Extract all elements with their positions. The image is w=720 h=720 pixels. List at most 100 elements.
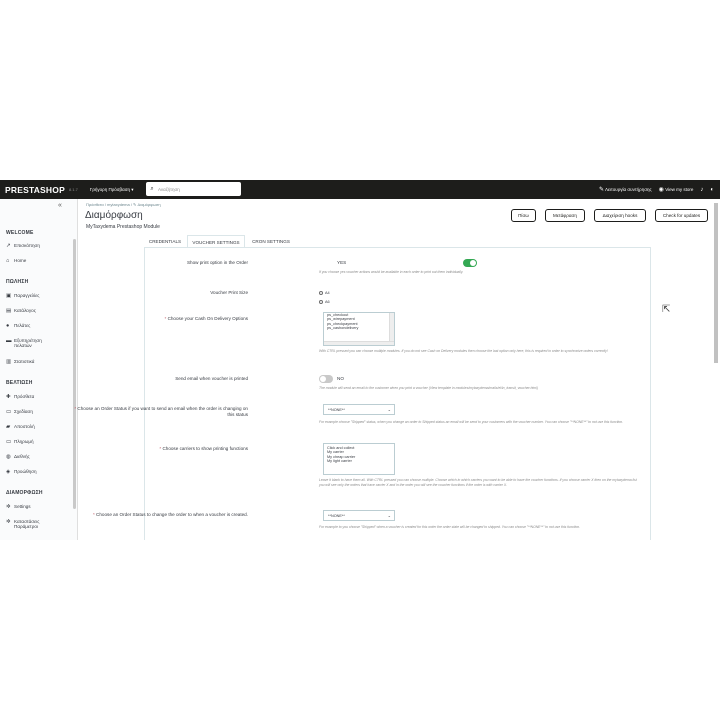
carriers-label-text: Choose carriers to show printing functio… — [162, 446, 248, 451]
sidebar-item-dashboard[interactable]: ↗ Επισκόπηση — [6, 243, 76, 249]
mouse-pointer-icon: ⇱ — [662, 304, 671, 315]
sidebar-item-home[interactable]: ⌂ Home — [6, 258, 76, 264]
sidebar-item-label: Κατάλογος — [14, 308, 36, 313]
carriers-select[interactable]: Click and collect My carrier My cheap ca… — [323, 443, 395, 475]
show-print-toggle[interactable] — [463, 259, 477, 267]
radio-label: A4 — [325, 291, 330, 295]
sidebar: « WELCOME ↗ Επισκόπηση ⌂ Home ΠΩΛΗΣΗ ▣ Παρα… — [0, 199, 78, 540]
sidebar-item-shipping[interactable]: ▰ Αποστολή — [6, 424, 76, 430]
status-change-help: For example to you choose "Shipped" when… — [319, 525, 581, 529]
select-option[interactable]: My light carrier — [324, 459, 394, 463]
promotions-icon: ◈ — [6, 469, 11, 475]
sidebar-scrollbar[interactable] — [73, 239, 76, 509]
print-size-a4-radio[interactable]: A4 — [319, 291, 330, 295]
manage-hooks-button[interactable]: Διαχείριση hooks — [594, 209, 646, 222]
status-email-select[interactable]: **NONE** ⌄ — [323, 404, 395, 415]
sidebar-item-label: Home — [14, 258, 27, 263]
eye-icon: ◉ — [658, 187, 664, 193]
maintenance-label: Λειτουργία συντήρησης — [605, 187, 652, 192]
view-store-link[interactable]: ◉ View my store — [659, 186, 694, 193]
search-input[interactable]: ⌕ Αναζήτηση — [146, 182, 241, 196]
sidebar-item-customers[interactable]: ● Πελάτες — [6, 323, 76, 329]
sidebar-item-international[interactable]: ◍ Διεθνής — [6, 454, 76, 460]
send-email-toggle[interactable] — [319, 375, 333, 383]
back-button[interactable]: Πίσω — [511, 209, 536, 222]
status-email-label: * Choose an Order Status if you want to … — [74, 406, 248, 417]
sidebar-item-payment[interactable]: ▭ Πληρωμή — [6, 439, 76, 445]
send-email-label: Send email when voucher is printed — [175, 376, 248, 381]
horizontal-scrollbar[interactable] — [324, 341, 394, 345]
sidebar-item-label: Εξυπηρέτηση πελατών — [14, 338, 42, 348]
select-option[interactable]: ps_cashondelivery — [324, 326, 394, 330]
check-updates-button[interactable]: Check for updates — [655, 209, 708, 222]
payment-icon: ▭ — [6, 439, 12, 445]
catalog-icon: ▤ — [6, 308, 12, 314]
quick-access-menu[interactable]: Γρήγορη Πρόσβαση ▾ — [90, 187, 134, 193]
customers-icon: ● — [6, 323, 10, 329]
sidebar-item-label: Προώθηση — [14, 469, 37, 474]
design-icon: ▭ — [6, 409, 12, 415]
account-icon[interactable]: ◐ — [710, 187, 714, 193]
sidebar-item-modules[interactable]: ✚ Πρόσθετα — [6, 394, 76, 400]
cod-options-select[interactable]: ps_checkout ps_wirepayment ps_checkpayme… — [323, 312, 395, 346]
show-print-value: YES — [337, 260, 347, 265]
sidebar-item-label: Πελάτες — [14, 323, 31, 328]
sidebar-item-label: Πληρωμή — [14, 439, 34, 444]
home-icon: ⌂ — [6, 258, 10, 264]
bell-icon[interactable]: ♪ — [700, 187, 703, 193]
sidebar-section-configure: ΔΙΑΜΟΡΦΩΣΗ — [6, 490, 43, 496]
sidebar-item-promotions[interactable]: ◈ Προώθηση — [6, 469, 76, 475]
show-print-help: If you choose yes voucher actions would … — [319, 270, 464, 274]
breadcrumb[interactable]: Πρόσθετα / mytaxydema / ✎ Διαμόρφωση — [86, 202, 161, 207]
print-size-label: Voucher Print Size — [210, 290, 248, 295]
send-email-value: NO — [337, 376, 344, 381]
toggle-knob — [320, 376, 326, 382]
collapse-sidebar-icon[interactable]: « — [58, 202, 62, 209]
selected-value: **NONE** — [328, 407, 345, 412]
radio-circle — [319, 300, 323, 304]
show-print-label: Show print option in the Order — [186, 260, 248, 265]
send-email-help: The module will send an email to the cus… — [319, 386, 538, 390]
view-store-label: View my store — [665, 187, 694, 192]
sidebar-item-label: Επισκόπηση — [14, 243, 40, 248]
sidebar-item-label: Διεθνής — [14, 454, 30, 459]
search-icon: ⌕ — [150, 185, 154, 192]
status-change-label: * Choose an Order Status to change the o… — [92, 512, 248, 517]
sidebar-item-stats[interactable]: ▥ Στατιστικά — [6, 359, 76, 365]
top-right-actions: ✎ Λειτουργία συντήρησης ◉ View my store … — [599, 180, 714, 199]
sidebar-item-orders[interactable]: ▣ Παραγγελίες — [6, 293, 76, 299]
app-window: PRESTASHOP 8.1.7 Γρήγορη Πρόσβαση ▾ ⌕ Αν… — [0, 180, 720, 540]
page-scrollbar[interactable] — [714, 203, 718, 363]
sidebar-item-design[interactable]: ▭ Σχεδίαση — [6, 409, 76, 415]
sidebar-item-catalog[interactable]: ▤ Κατάλογος — [6, 308, 76, 314]
cod-label-text: Choose your Cash On Delivery Options — [167, 316, 248, 321]
status-change-select[interactable]: **NONE** ⌄ — [323, 510, 395, 521]
selected-value: **NONE** — [328, 513, 345, 518]
wrench-icon: ✎ — [598, 187, 605, 193]
sidebar-item-label: Στατιστικά — [14, 359, 35, 364]
print-size-a6-radio[interactable]: A6 — [319, 300, 330, 304]
cod-options-label: * Choose your Cash On Delivery Options — [164, 316, 248, 321]
advanced-icon: ✲ — [6, 519, 11, 525]
stats-icon: ▥ — [6, 359, 12, 365]
status-email-help: For example choose "Shipped" status, whe… — [319, 420, 624, 424]
settings-icon: ✲ — [6, 504, 11, 510]
sidebar-item-settings[interactable]: ✲ Settings — [6, 504, 76, 510]
search-placeholder: Αναζήτηση — [158, 186, 180, 192]
sidebar-item-label: Αποστολή — [14, 424, 35, 429]
prestashop-logo[interactable]: PRESTASHOP — [5, 185, 65, 195]
cod-options-help: With CTRL pressed you can choose multipl… — [319, 349, 608, 353]
sidebar-item-label: Πρόσθετα — [14, 394, 35, 399]
sidebar-item-label: Καταστάσεις Παράμετροι — [14, 519, 40, 529]
sidebar-item-customer-service[interactable]: ▬ Εξυπηρέτηση πελατών — [6, 338, 76, 348]
version-label: 8.1.7 — [68, 187, 78, 192]
orders-icon: ▣ — [6, 293, 12, 299]
maintenance-link[interactable]: ✎ Λειτουργία συντήρησης — [599, 186, 652, 193]
modules-icon: ✚ — [6, 394, 11, 400]
page-subtitle: MyTaxydema Prestashop Module — [86, 224, 160, 230]
page-title: Διαμόρφωση — [85, 210, 143, 221]
radio-circle — [319, 291, 323, 295]
translate-button[interactable]: Μετάφραση — [545, 209, 585, 222]
toggle-knob — [470, 260, 476, 266]
sidebar-item-advanced[interactable]: ✲ Καταστάσεις Παράμετροι — [6, 519, 76, 529]
